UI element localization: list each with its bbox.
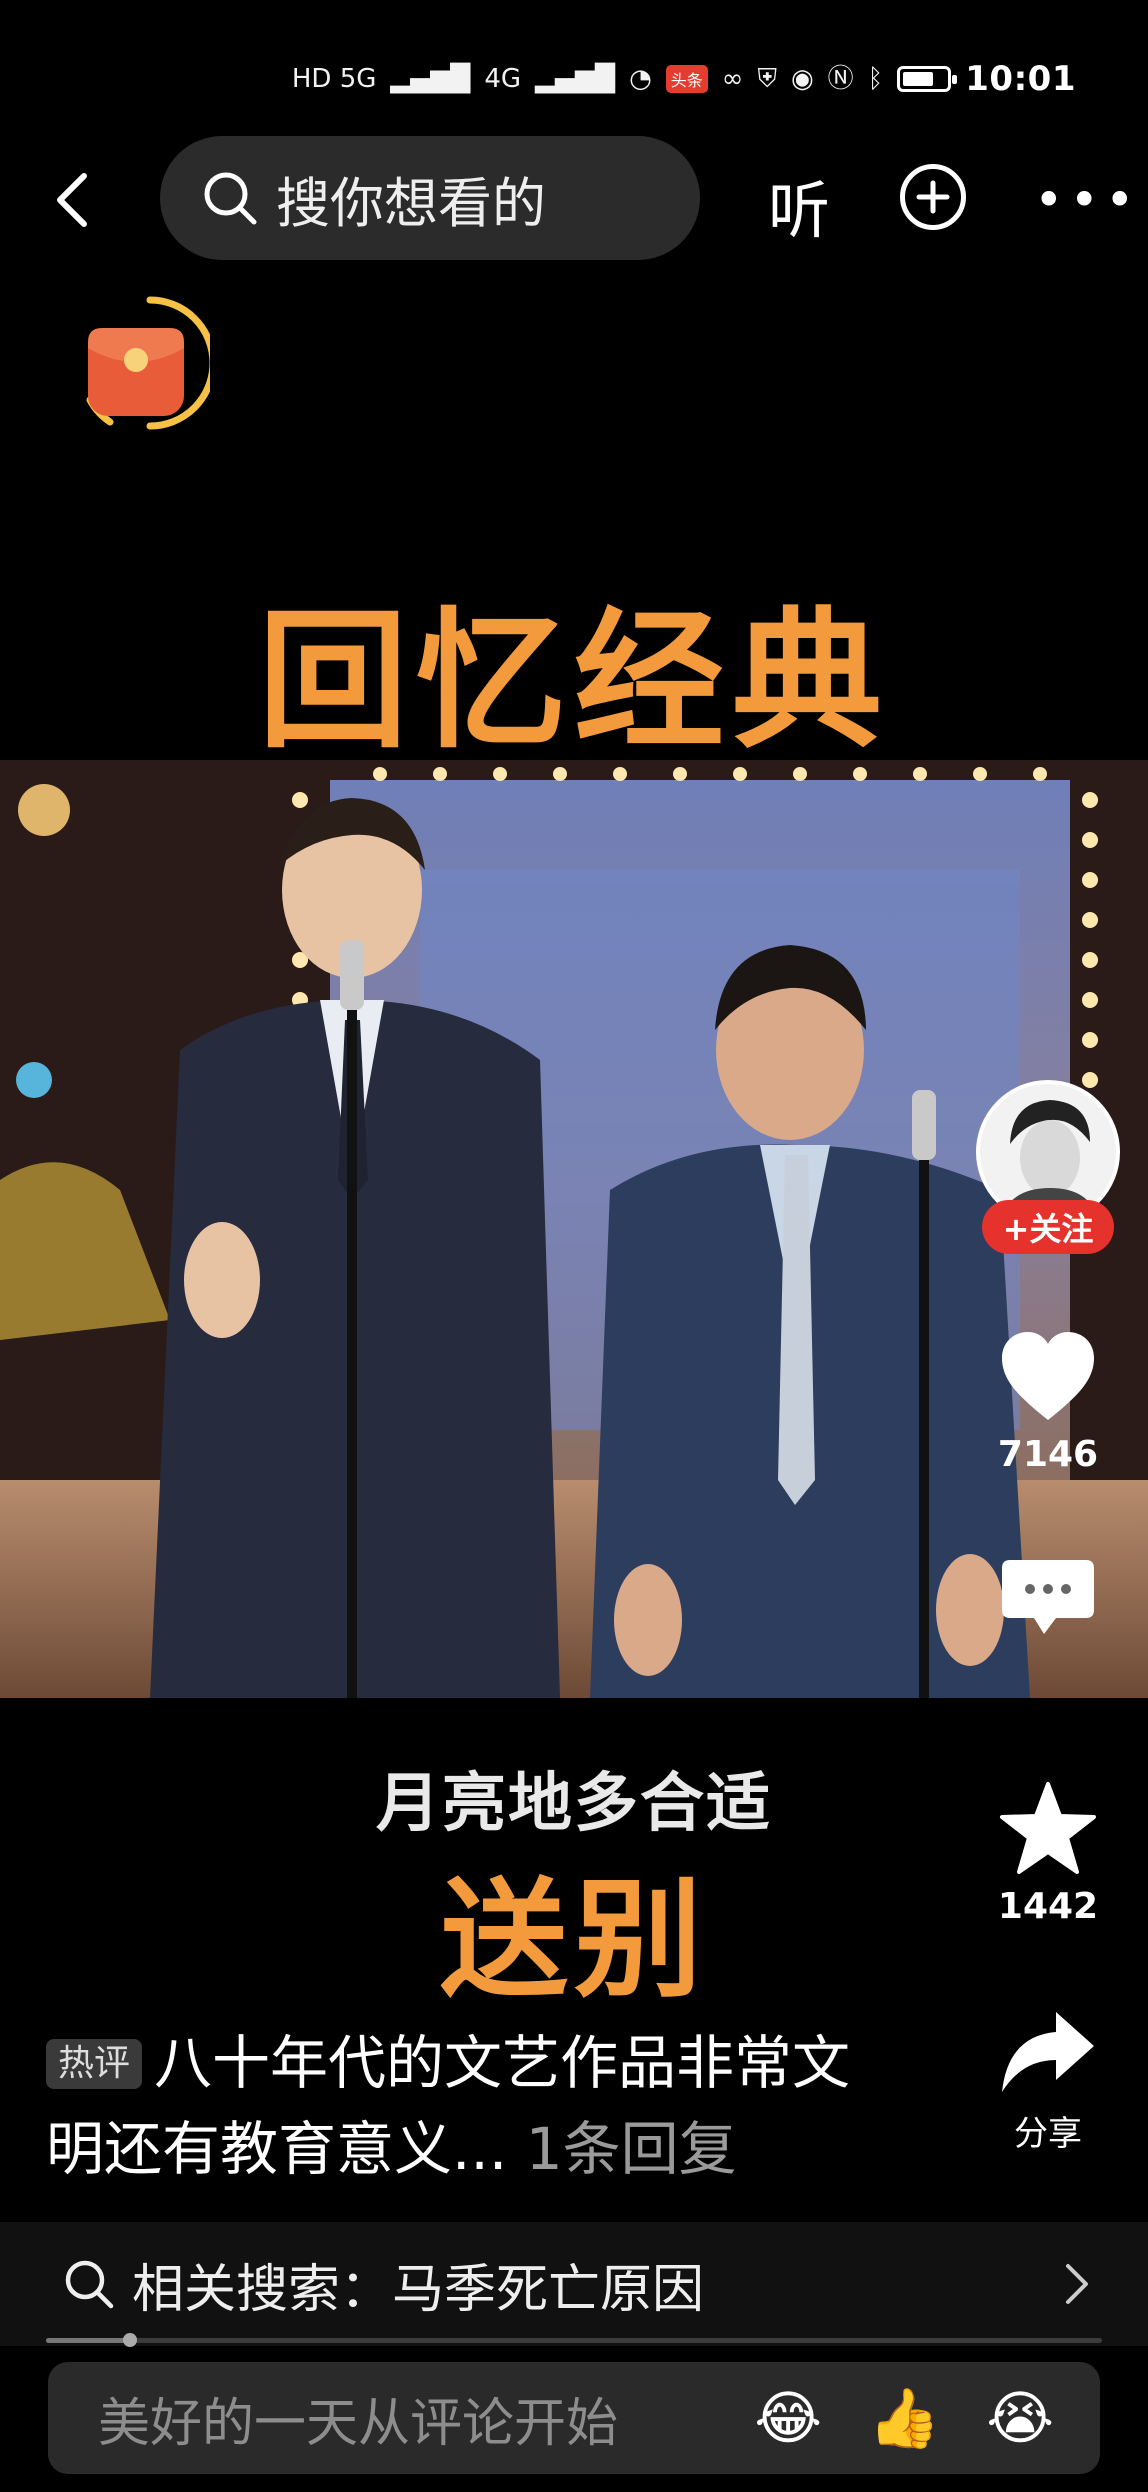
related-search-bar[interactable]: 相关搜索：马季死亡原因 [0,2222,1148,2346]
eye-icon: ◉ [790,64,814,94]
status-bar: HD 5G ▂▄▆█ 4G ▂▄▆█ ◔ 头条 ∞ ⛨ ◉ Ⓝ ᛒ 10:01 [292,44,1076,114]
share-label: 分享 [1014,2114,1082,2154]
crying-emoji-icon[interactable]: 😭 [986,2384,1054,2452]
search-icon [204,172,257,225]
back-arrow-icon[interactable] [46,170,106,230]
comment-bubble-icon [1002,1560,1094,1634]
comment-placeholder: 美好的一天从评论开始 [98,2393,619,2454]
plus-icon [916,180,950,214]
video-headline: 回忆经典 [257,595,890,769]
star-icon [1000,1782,1096,1874]
nfc-icon: Ⓝ [827,64,854,94]
video-title-overlay: 送别 [439,1866,708,2015]
progress-fill [46,2338,131,2343]
network-indicator-right: 4G [484,64,522,94]
shield-icon: ⛨ [757,64,777,94]
wifi-icon: ◔ [629,64,652,94]
related-search-label: 相关搜索：马季死亡原因 [132,2259,705,2320]
more-options-icon[interactable]: ••• [1034,175,1140,225]
like-button[interactable]: 7146 [978,1330,1118,1475]
chevron-right-icon [1066,2264,1088,2304]
laughing-emoji-icon[interactable]: 😂 [754,2384,822,2452]
search-placeholder: 搜你想看的 [276,171,546,235]
like-count: 7146 [997,1434,1099,1475]
hot-comment-reply[interactable]: 1条回复 [526,2115,737,2183]
video-player[interactable] [0,760,1148,1698]
signal-icon: ▂▄▆█ [535,64,616,94]
hot-comment[interactable]: 热评 八十年代的文艺作品非常文明还有教育意义... 1条回复 [46,2020,906,2192]
network-indicator-left: HD 5G [291,64,377,94]
favorite-button[interactable]: 1442 [978,1780,1118,1927]
bluetooth-icon: ᛒ [867,64,884,94]
share-button[interactable]: 分享 [978,2008,1118,2155]
comment-button[interactable] [978,1556,1118,1652]
follow-button[interactable]: +关注 [982,1200,1114,1254]
video-subtitle: 月亮地多合适 [376,1767,772,1841]
signal-icon: ▂▄▆█ [390,64,471,94]
add-button[interactable] [900,164,966,230]
hot-comment-tag: 热评 [46,2039,143,2089]
heart-icon [1002,1332,1094,1420]
favorite-count: 1442 [997,1886,1099,1927]
listen-button[interactable]: 听 [768,160,830,250]
comment-input[interactable]: 美好的一天从评论开始 😂 👍 😭 [48,2362,1100,2474]
red-packet-icon[interactable] [80,290,210,440]
share-arrow-icon [1002,2012,1094,2092]
thumbs-up-emoji-icon[interactable]: 👍 [868,2384,940,2453]
search-icon [65,2260,114,2309]
app-badge: 头条 [665,65,708,93]
search-bar[interactable]: 搜你想看的 [160,136,700,260]
battery-icon [897,66,958,92]
clock: 10:01 [965,59,1076,99]
video-progress-bar[interactable] [46,2333,1102,2347]
link-icon: ∞ [721,64,744,94]
